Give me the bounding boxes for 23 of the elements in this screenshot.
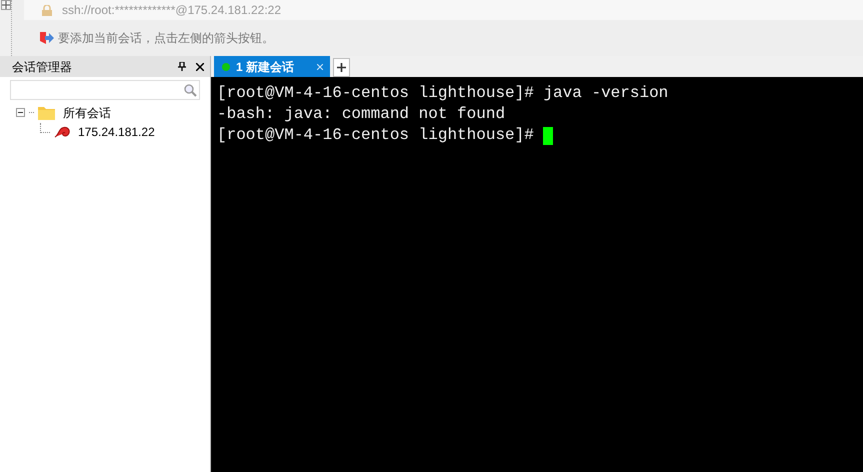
terminal-line: -bash: java: command not found bbox=[217, 104, 506, 125]
session-tab[interactable]: 1 新建会话 bbox=[214, 56, 330, 77]
terminal[interactable]: [root@VM-4-16-centos lighthouse]# java -version -bash: java: command not found [root@VM-4-16-centos lighthouse]# bbox=[211, 77, 863, 472]
collapse-toggle[interactable] bbox=[16, 108, 25, 117]
search-icon bbox=[184, 84, 197, 96]
lock-icon bbox=[42, 4, 52, 16]
close-icon[interactable] bbox=[196, 62, 204, 70]
panel-title: 会话管理器 bbox=[12, 58, 73, 76]
new-tab-button[interactable] bbox=[333, 58, 350, 77]
search-field[interactable] bbox=[10, 80, 200, 100]
expand-button[interactable] bbox=[0, 0, 10, 10]
pin-icon[interactable] bbox=[178, 62, 186, 71]
tree-item[interactable]: 175.24.181.22 bbox=[78, 122, 155, 140]
plus-icon bbox=[337, 63, 346, 72]
hint-text: 要添加当前会话，点击左侧的箭头按钮。 bbox=[58, 30, 274, 47]
plus-icon bbox=[2, 1, 10, 9]
terminal-line: [root@VM-4-16-centos lighthouse]# java -version bbox=[217, 83, 668, 104]
tree-item[interactable]: 所有会话 bbox=[63, 104, 111, 122]
spiral-shell-icon bbox=[54, 124, 70, 138]
flag-arrow-icon bbox=[40, 31, 54, 45]
folder-icon bbox=[38, 106, 55, 120]
minus-icon bbox=[18, 110, 23, 115]
terminal-line: [root@VM-4-16-centos lighthouse]# bbox=[217, 125, 535, 146]
